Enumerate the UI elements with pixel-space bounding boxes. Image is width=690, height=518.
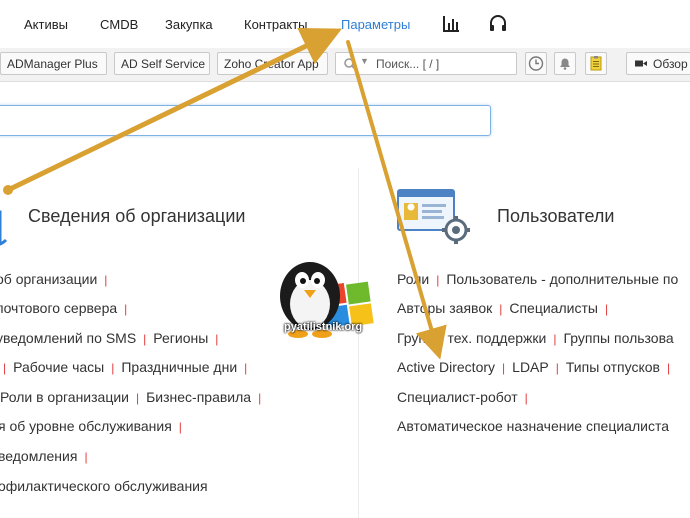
list-item: Роли | Пользователь - дополнительные по	[397, 269, 678, 289]
clipboard-icon[interactable]	[585, 52, 607, 75]
list-item: офилактического обслуживания	[0, 476, 208, 496]
link-preventive-maintenance[interactable]: офилактического обслуживания	[0, 478, 208, 494]
link-business-rules[interactable]: Бизнес-правила	[146, 389, 251, 405]
nav-item-purchase[interactable]: Закупка	[165, 17, 213, 32]
separator: |	[124, 302, 128, 316]
nav-item-cmdb[interactable]: CMDB	[100, 17, 138, 32]
link-service-level[interactable]: я об уровне обслуживания	[0, 418, 172, 434]
link-robot-technician[interactable]: Специалист-робот	[397, 389, 518, 405]
separator: |	[499, 302, 503, 316]
arrow-origin-dot	[3, 185, 13, 195]
settings-filter-input[interactable]	[0, 105, 491, 136]
nav-item-contracts[interactable]: Контракты	[244, 17, 308, 32]
list-item: | Рабочие часы | Праздничные дни |	[0, 357, 254, 377]
bell-icon[interactable]	[554, 52, 576, 75]
organization-section-title: Сведения об организации	[28, 206, 246, 226]
overview-button[interactable]: Обзор	[626, 52, 690, 75]
separator: |	[143, 332, 147, 346]
top-navigation: Активы CMDB Закупка Контракты Параметры	[0, 0, 690, 49]
link-user-groups[interactable]: Группы пользова	[563, 330, 673, 346]
headset-icon[interactable]	[488, 14, 508, 34]
separator: |	[215, 332, 219, 346]
link-requesters[interactable]: Авторы заявок	[397, 300, 492, 316]
link-user-additional-fields[interactable]: Пользователь - дополнительные по	[446, 271, 678, 287]
bar-chart-icon[interactable]	[441, 14, 461, 34]
organization-icon	[0, 204, 10, 253]
separator: |	[111, 361, 115, 375]
list-item: Группы тех. поддержки | Группы пользова	[397, 328, 674, 348]
separator: |	[3, 361, 7, 375]
link-roles[interactable]: Роли	[397, 271, 429, 287]
link-support-groups[interactable]: Группы тех. поддержки	[397, 330, 546, 346]
link-organization-info[interactable]: об организации	[0, 271, 97, 287]
list-item: Автоматическое назначение специалиста	[397, 416, 669, 436]
separator: |	[104, 273, 108, 287]
nav-item-assets[interactable]: Активы	[24, 17, 68, 32]
list-item: ведомления |	[0, 446, 95, 466]
link-active-directory[interactable]: Active Directory	[397, 359, 495, 375]
separator: |	[135, 391, 140, 405]
list-item: Роли в организации | Бизнес-правила |	[0, 387, 268, 407]
link-organization-roles[interactable]: Роли в организации	[0, 389, 129, 405]
separator: |	[258, 391, 262, 405]
link-holidays[interactable]: Праздничные дни	[121, 359, 237, 375]
separator: |	[553, 332, 557, 346]
nav-item-settings[interactable]: Параметры	[341, 17, 410, 32]
separator: |	[244, 361, 248, 375]
separator: |	[178, 420, 182, 434]
separator: |	[666, 361, 671, 375]
users-icon	[394, 188, 476, 249]
separator: |	[604, 302, 609, 316]
link-mail-server[interactable]: почтового сервера	[0, 300, 117, 316]
link-leave-types[interactable]: Типы отпусков	[566, 359, 660, 375]
separator: |	[84, 450, 88, 464]
link-ldap[interactable]: LDAP	[512, 359, 549, 375]
watermark-text: pyatilistnik.org	[284, 321, 363, 333]
separator: |	[436, 273, 440, 287]
list-item: Специалист-робот |	[397, 387, 535, 407]
link-sms-notifications[interactable]: уведомлений по SMS	[0, 330, 136, 346]
list-item: Авторы заявок | Специалисты |	[397, 298, 615, 318]
search-placeholder: Поиск... [ / ]	[376, 57, 440, 71]
search-icon	[343, 57, 357, 76]
ad-self-service-button[interactable]: AD Self Service	[114, 52, 210, 75]
list-item: уведомлений по SMS | Регионы |	[0, 328, 225, 348]
toolbar: ADManager Plus AD Self Service Zoho Crea…	[0, 48, 690, 82]
link-regions[interactable]: Регионы	[153, 330, 208, 346]
separator: |	[555, 361, 559, 375]
list-item: я об уровне обслуживания |	[0, 416, 189, 436]
link-auto-assign-technician[interactable]: Автоматическое назначение специалиста	[397, 418, 669, 434]
clock-icon[interactable]	[525, 52, 547, 75]
link-working-hours[interactable]: Рабочие часы	[13, 359, 104, 375]
chevron-down-icon[interactable]: ▼	[360, 56, 369, 66]
link-notifications[interactable]: ведомления	[0, 448, 77, 464]
video-camera-icon	[634, 53, 648, 82]
separator: |	[524, 391, 528, 405]
global-search[interactable]: ▼ Поиск... [ / ]	[335, 52, 517, 75]
separator: |	[502, 361, 506, 375]
link-technicians[interactable]: Специалисты	[509, 300, 598, 316]
list-item: почтового сервера |	[0, 298, 134, 318]
zoho-creator-app-button[interactable]: Zoho Creator App	[217, 52, 328, 75]
users-section-title: Пользователи	[497, 206, 615, 226]
overview-label: Обзор	[653, 57, 688, 71]
list-item: об организации |	[0, 269, 114, 289]
list-item: Active Directory | LDAP | Типы отпусков |	[397, 357, 677, 377]
admanager-plus-button[interactable]: ADManager Plus	[0, 52, 107, 75]
